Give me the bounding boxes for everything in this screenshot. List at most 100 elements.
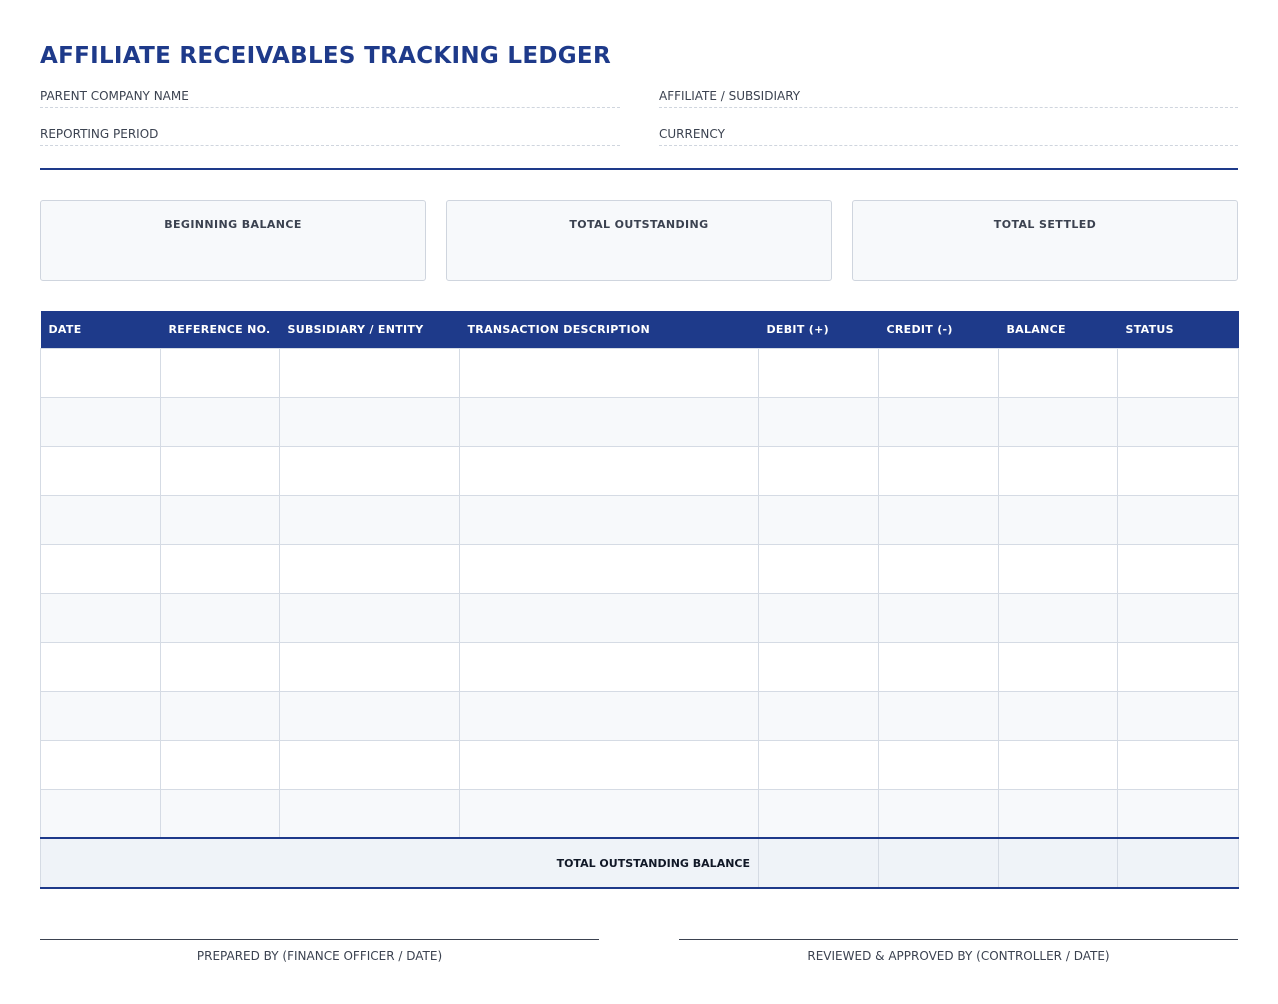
cell-description[interactable] (459, 543, 759, 594)
cell-date[interactable] (40, 543, 161, 594)
cell-credit[interactable] (878, 396, 999, 447)
cell-credit[interactable] (878, 592, 999, 643)
cell-date[interactable] (40, 788, 161, 839)
cell-balance[interactable] (998, 739, 1118, 790)
cell-debit[interactable] (758, 641, 879, 692)
cell-subsidiary[interactable] (279, 543, 460, 594)
cell-status[interactable] (1117, 396, 1239, 447)
prepared-signature-line[interactable] (40, 939, 599, 940)
cell-balance[interactable] (998, 494, 1118, 545)
cell-subsidiary[interactable] (279, 690, 460, 741)
cell-status[interactable] (1117, 347, 1239, 398)
cell-description[interactable] (459, 445, 759, 496)
cell-date[interactable] (40, 592, 161, 643)
reviewed-signature-line[interactable] (679, 939, 1238, 940)
cell-credit[interactable] (878, 347, 999, 398)
currency-field[interactable]: CURRENCY (659, 128, 1238, 146)
beginning-balance-box[interactable]: BEGINNING BALANCE (40, 200, 426, 281)
col-header-description: TRANSACTION DESCRIPTION (459, 311, 759, 348)
cell-description[interactable] (459, 347, 759, 398)
cell-subsidiary[interactable] (279, 347, 460, 398)
cell-status[interactable] (1117, 739, 1239, 790)
cell-debit[interactable] (758, 396, 879, 447)
cell-subsidiary[interactable] (279, 788, 460, 839)
cell-description[interactable] (459, 739, 759, 790)
cell-date[interactable] (40, 690, 161, 741)
total-outstanding-box[interactable]: TOTAL OUTSTANDING (446, 200, 832, 281)
cell-debit[interactable] (758, 690, 879, 741)
cell-reference[interactable] (160, 690, 280, 741)
cell-date[interactable] (40, 396, 161, 447)
cell-subsidiary[interactable] (279, 592, 460, 643)
cell-subsidiary[interactable] (279, 494, 460, 545)
cell-reference[interactable] (160, 396, 280, 447)
cell-description[interactable] (459, 788, 759, 839)
cell-credit[interactable] (878, 641, 999, 692)
cell-status[interactable] (1117, 788, 1239, 839)
cell-description[interactable] (459, 641, 759, 692)
cell-reference[interactable] (160, 543, 280, 594)
cell-reference[interactable] (160, 641, 280, 692)
cell-status[interactable] (1117, 494, 1239, 545)
beginning-balance-label: BEGINNING BALANCE (164, 218, 302, 231)
cell-status[interactable] (1117, 592, 1239, 643)
table-row (40, 788, 1239, 839)
cell-date[interactable] (40, 347, 161, 398)
cell-balance[interactable] (998, 543, 1118, 594)
cell-reference[interactable] (160, 739, 280, 790)
cell-reference[interactable] (160, 445, 280, 496)
cell-debit[interactable] (758, 739, 879, 790)
total-debit-cell[interactable] (758, 838, 879, 889)
cell-balance[interactable] (998, 690, 1118, 741)
cell-balance[interactable] (998, 396, 1118, 447)
table-row (40, 641, 1239, 692)
cell-description[interactable] (459, 396, 759, 447)
cell-date[interactable] (40, 641, 161, 692)
total-balance-cell[interactable] (998, 838, 1118, 889)
cell-description[interactable] (459, 494, 759, 545)
cell-balance[interactable] (998, 592, 1118, 643)
cell-status[interactable] (1117, 641, 1239, 692)
cell-balance[interactable] (998, 788, 1118, 839)
col-header-status: STATUS (1117, 311, 1239, 348)
cell-debit[interactable] (758, 445, 879, 496)
cell-balance[interactable] (998, 347, 1118, 398)
parent-company-field[interactable]: PARENT COMPANY NAME (40, 90, 620, 108)
cell-credit[interactable] (878, 690, 999, 741)
cell-date[interactable] (40, 494, 161, 545)
cell-credit[interactable] (878, 739, 999, 790)
cell-date[interactable] (40, 445, 161, 496)
page-title: AFFILIATE RECEIVABLES TRACKING LEDGER (40, 43, 611, 69)
cell-credit[interactable] (878, 788, 999, 839)
cell-credit[interactable] (878, 445, 999, 496)
cell-description[interactable] (459, 690, 759, 741)
cell-reference[interactable] (160, 788, 280, 839)
cell-subsidiary[interactable] (279, 445, 460, 496)
cell-debit[interactable] (758, 494, 879, 545)
cell-status[interactable] (1117, 543, 1239, 594)
cell-debit[interactable] (758, 788, 879, 839)
cell-status[interactable] (1117, 445, 1239, 496)
total-settled-box[interactable]: TOTAL SETTLED (852, 200, 1238, 281)
cell-debit[interactable] (758, 543, 879, 594)
cell-description[interactable] (459, 592, 759, 643)
cell-reference[interactable] (160, 494, 280, 545)
cell-subsidiary[interactable] (279, 641, 460, 692)
total-status-cell[interactable] (1117, 838, 1239, 889)
cell-status[interactable] (1117, 690, 1239, 741)
cell-debit[interactable] (758, 592, 879, 643)
affiliate-field[interactable]: AFFILIATE / SUBSIDIARY (659, 90, 1238, 108)
cell-balance[interactable] (998, 445, 1118, 496)
cell-credit[interactable] (878, 494, 999, 545)
cell-debit[interactable] (758, 347, 879, 398)
cell-credit[interactable] (878, 543, 999, 594)
cell-reference[interactable] (160, 592, 280, 643)
total-credit-cell[interactable] (878, 838, 999, 889)
reporting-period-field[interactable]: REPORTING PERIOD (40, 128, 620, 146)
cell-reference[interactable] (160, 347, 280, 398)
total-outstanding-label: TOTAL OUTSTANDING (569, 218, 709, 231)
cell-subsidiary[interactable] (279, 739, 460, 790)
cell-date[interactable] (40, 739, 161, 790)
cell-balance[interactable] (998, 641, 1118, 692)
cell-subsidiary[interactable] (279, 396, 460, 447)
